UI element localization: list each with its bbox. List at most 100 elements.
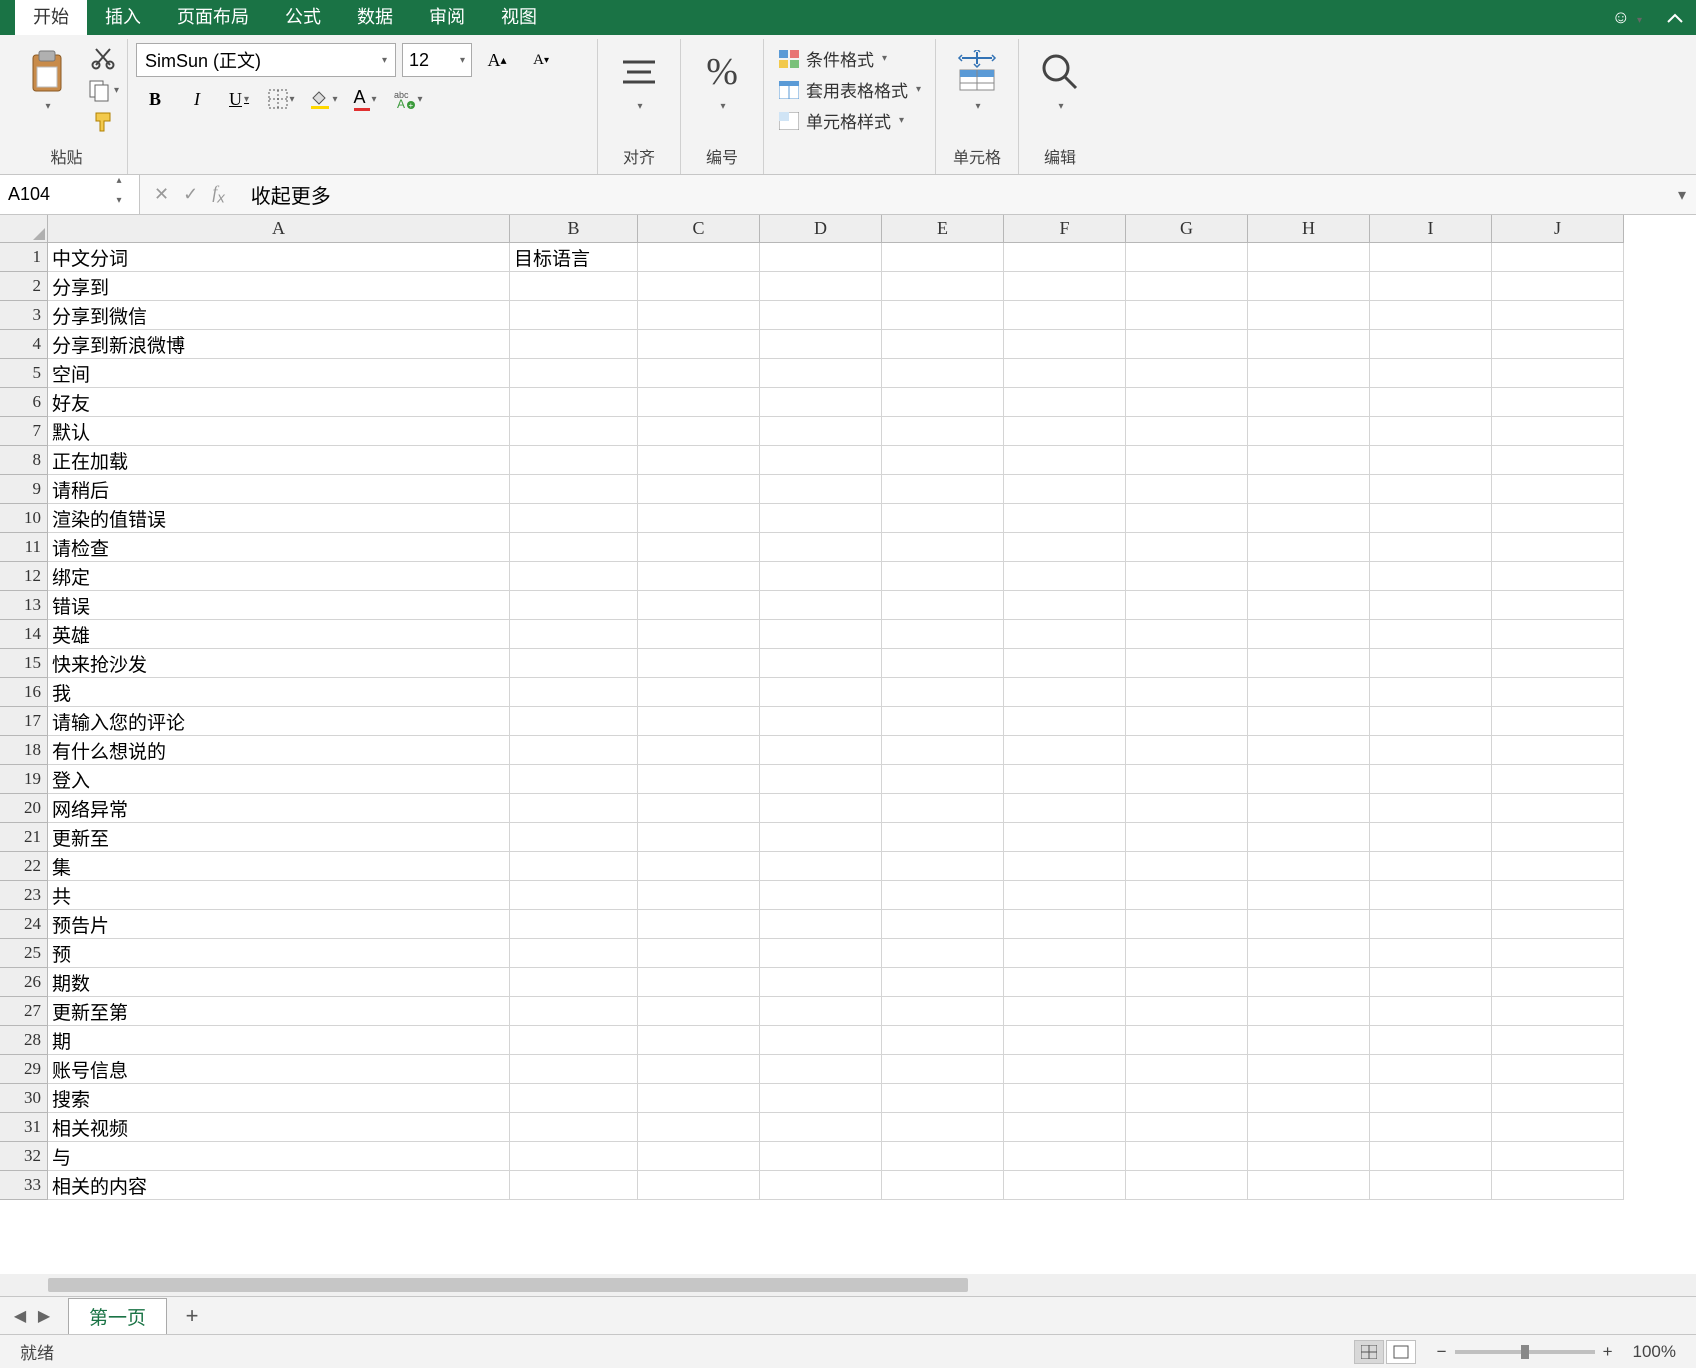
cell[interactable] (1248, 765, 1370, 794)
cell[interactable] (638, 794, 760, 823)
cell[interactable] (638, 881, 760, 910)
row-header[interactable]: 21 (0, 823, 48, 852)
cell[interactable] (510, 591, 638, 620)
menu-tab-审阅[interactable]: 审阅 (411, 0, 483, 35)
cell[interactable] (882, 243, 1004, 272)
cell[interactable] (1004, 1084, 1126, 1113)
menu-tab-视图[interactable]: 视图 (483, 0, 555, 35)
select-all-corner[interactable] (0, 215, 48, 243)
cell[interactable] (1004, 1171, 1126, 1200)
cell[interactable] (1370, 823, 1492, 852)
cell[interactable] (882, 939, 1004, 968)
cell[interactable] (1492, 910, 1624, 939)
cell[interactable] (1004, 272, 1126, 301)
cell[interactable] (638, 359, 760, 388)
cell[interactable] (760, 1171, 882, 1200)
cell[interactable]: 集 (48, 852, 510, 881)
cell[interactable] (882, 533, 1004, 562)
cell[interactable] (760, 504, 882, 533)
cell[interactable]: 好友 (48, 388, 510, 417)
row-header[interactable]: 16 (0, 678, 48, 707)
row-header[interactable]: 4 (0, 330, 48, 359)
cell[interactable] (638, 1113, 760, 1142)
cell[interactable] (1370, 388, 1492, 417)
number-format-button[interactable]: % ▾ (689, 43, 755, 114)
cell[interactable] (882, 794, 1004, 823)
cell[interactable] (1248, 1026, 1370, 1055)
add-sheet-button[interactable]: + (177, 1301, 207, 1331)
cell[interactable] (510, 533, 638, 562)
cell[interactable]: 分享到新浪微博 (48, 330, 510, 359)
cell[interactable] (882, 1084, 1004, 1113)
cell[interactable] (1370, 765, 1492, 794)
cut-icon[interactable] (86, 45, 119, 71)
menu-tab-页面布局[interactable]: 页面布局 (159, 0, 267, 35)
cell[interactable] (638, 997, 760, 1026)
cell[interactable] (1248, 1055, 1370, 1084)
cell[interactable] (1370, 852, 1492, 881)
cell[interactable] (510, 852, 638, 881)
cell[interactable] (882, 417, 1004, 446)
row-header[interactable]: 25 (0, 939, 48, 968)
zoom-value[interactable]: 100% (1633, 1342, 1676, 1362)
cell[interactable] (1248, 997, 1370, 1026)
cell[interactable] (760, 823, 882, 852)
cell[interactable] (1492, 330, 1624, 359)
cell[interactable] (1370, 1171, 1492, 1200)
cell[interactable] (1004, 562, 1126, 591)
zoom-slider[interactable] (1455, 1350, 1595, 1354)
cell[interactable] (1492, 620, 1624, 649)
column-header-J[interactable]: J (1492, 215, 1624, 243)
sheet-tab[interactable]: 第一页 (68, 1298, 167, 1334)
cell[interactable] (1370, 591, 1492, 620)
cell[interactable] (1492, 794, 1624, 823)
cell[interactable] (882, 359, 1004, 388)
cell[interactable] (1126, 707, 1248, 736)
cell[interactable] (1004, 591, 1126, 620)
align-button[interactable]: ▾ (606, 43, 672, 114)
cell[interactable] (510, 562, 638, 591)
cell[interactable]: 分享到 (48, 272, 510, 301)
collapse-ribbon-button[interactable] (1654, 12, 1696, 24)
cell[interactable] (760, 1055, 882, 1084)
cell[interactable] (1370, 997, 1492, 1026)
cell[interactable] (510, 1171, 638, 1200)
cell[interactable]: 期 (48, 1026, 510, 1055)
cell[interactable] (1126, 1026, 1248, 1055)
cell[interactable] (1004, 1113, 1126, 1142)
cell[interactable] (638, 939, 760, 968)
row-header[interactable]: 23 (0, 881, 48, 910)
cell[interactable] (1492, 939, 1624, 968)
cell[interactable] (510, 910, 638, 939)
font-name-select[interactable]: SimSun (正文)▾ (136, 43, 396, 77)
cell[interactable] (1126, 1171, 1248, 1200)
cell[interactable] (1492, 997, 1624, 1026)
underline-button[interactable]: U▾ (220, 83, 258, 115)
cell[interactable] (760, 359, 882, 388)
view-normal-button[interactable] (1354, 1340, 1384, 1364)
column-header-F[interactable]: F (1004, 215, 1126, 243)
cell[interactable] (882, 823, 1004, 852)
cell[interactable] (1492, 504, 1624, 533)
cell[interactable] (510, 504, 638, 533)
cell[interactable] (510, 330, 638, 359)
cell[interactable] (1370, 330, 1492, 359)
cell[interactable]: 正在加载 (48, 446, 510, 475)
cell[interactable] (882, 591, 1004, 620)
row-header[interactable]: 17 (0, 707, 48, 736)
view-page-layout-button[interactable] (1386, 1340, 1416, 1364)
phonetic-button[interactable]: abcA+▾ (388, 83, 426, 115)
cell[interactable] (510, 765, 638, 794)
cell[interactable] (1004, 997, 1126, 1026)
cell[interactable] (510, 620, 638, 649)
cell[interactable]: 请检查 (48, 533, 510, 562)
cell[interactable] (1370, 475, 1492, 504)
cell[interactable] (1248, 1113, 1370, 1142)
font-size-select[interactable]: 12▾ (402, 43, 472, 77)
cell[interactable]: 登入 (48, 765, 510, 794)
cell[interactable] (1126, 1142, 1248, 1171)
cell[interactable] (1370, 620, 1492, 649)
cell[interactable] (1370, 678, 1492, 707)
cell[interactable] (638, 475, 760, 504)
cell[interactable] (638, 852, 760, 881)
